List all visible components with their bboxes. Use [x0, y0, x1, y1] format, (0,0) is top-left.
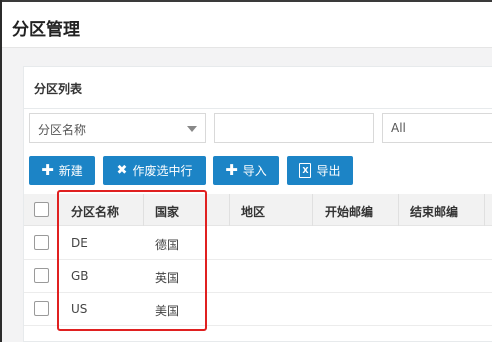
void-selected-button-label: 作废选中行 [132, 164, 193, 178]
table-row[interactable]: US 美国 [24, 293, 492, 326]
export-button-label: 导出 [316, 164, 341, 178]
plus-icon: ✚ [41, 161, 54, 179]
excel-file-icon: X [299, 163, 312, 178]
column-separator [143, 194, 144, 226]
table-row[interactable]: DE 德国 [24, 227, 492, 260]
column-separator [312, 194, 313, 226]
cell-country: 德国 [155, 238, 180, 252]
dialog-title: 分区管理 [12, 20, 80, 40]
table-row[interactable]: GB 英国 [24, 260, 492, 293]
column-header-region[interactable]: 地区 [241, 203, 265, 220]
column-separator [398, 194, 399, 226]
column-header-name[interactable]: 分区名称 [71, 203, 119, 220]
add-button-label: 新建 [58, 164, 83, 178]
column-header-start-zip[interactable]: 开始邮编 [325, 203, 373, 220]
import-button-label: 导入 [242, 164, 267, 178]
table-header: 分区名称 国家 地区 开始邮编 结束邮编 [24, 194, 492, 226]
cell-country: 美国 [155, 304, 180, 318]
add-button[interactable]: ✚ 新建 [29, 156, 95, 185]
select-all-checkbox[interactable] [34, 202, 49, 217]
row-checkbox[interactable] [34, 268, 49, 283]
void-selected-button[interactable]: ✖ 作废选中行 [103, 156, 206, 185]
column-separator [229, 194, 230, 226]
partition-name-select-value: 分区名称 [38, 123, 87, 137]
plus-icon: ✚ [225, 161, 238, 179]
cell-partition-name: US [71, 302, 88, 316]
dialog-header: 分区管理 [2, 2, 492, 48]
import-button[interactable]: ✚ 导入 [213, 156, 279, 185]
chevron-down-icon [187, 126, 197, 132]
panel-title: 分区列表 [34, 82, 83, 96]
cell-partition-name: GB [71, 269, 89, 283]
cell-country: 英国 [155, 271, 180, 285]
export-button[interactable]: X 导出 [287, 156, 353, 185]
column-separator [484, 194, 485, 226]
panel-divider [24, 108, 492, 109]
cell-partition-name: DE [71, 236, 88, 250]
x-icon: ✖ [116, 163, 128, 178]
row-checkbox[interactable] [34, 235, 49, 250]
partition-name-select[interactable]: 分区名称 [29, 113, 206, 143]
status-select-value: All [391, 121, 406, 135]
row-checkbox[interactable] [34, 301, 49, 316]
status-select[interactable]: All [382, 113, 492, 143]
keyword-input[interactable] [214, 113, 374, 143]
column-header-country[interactable]: 国家 [155, 203, 179, 220]
column-header-end-zip[interactable]: 结束邮编 [410, 203, 458, 220]
column-separator [57, 194, 58, 226]
